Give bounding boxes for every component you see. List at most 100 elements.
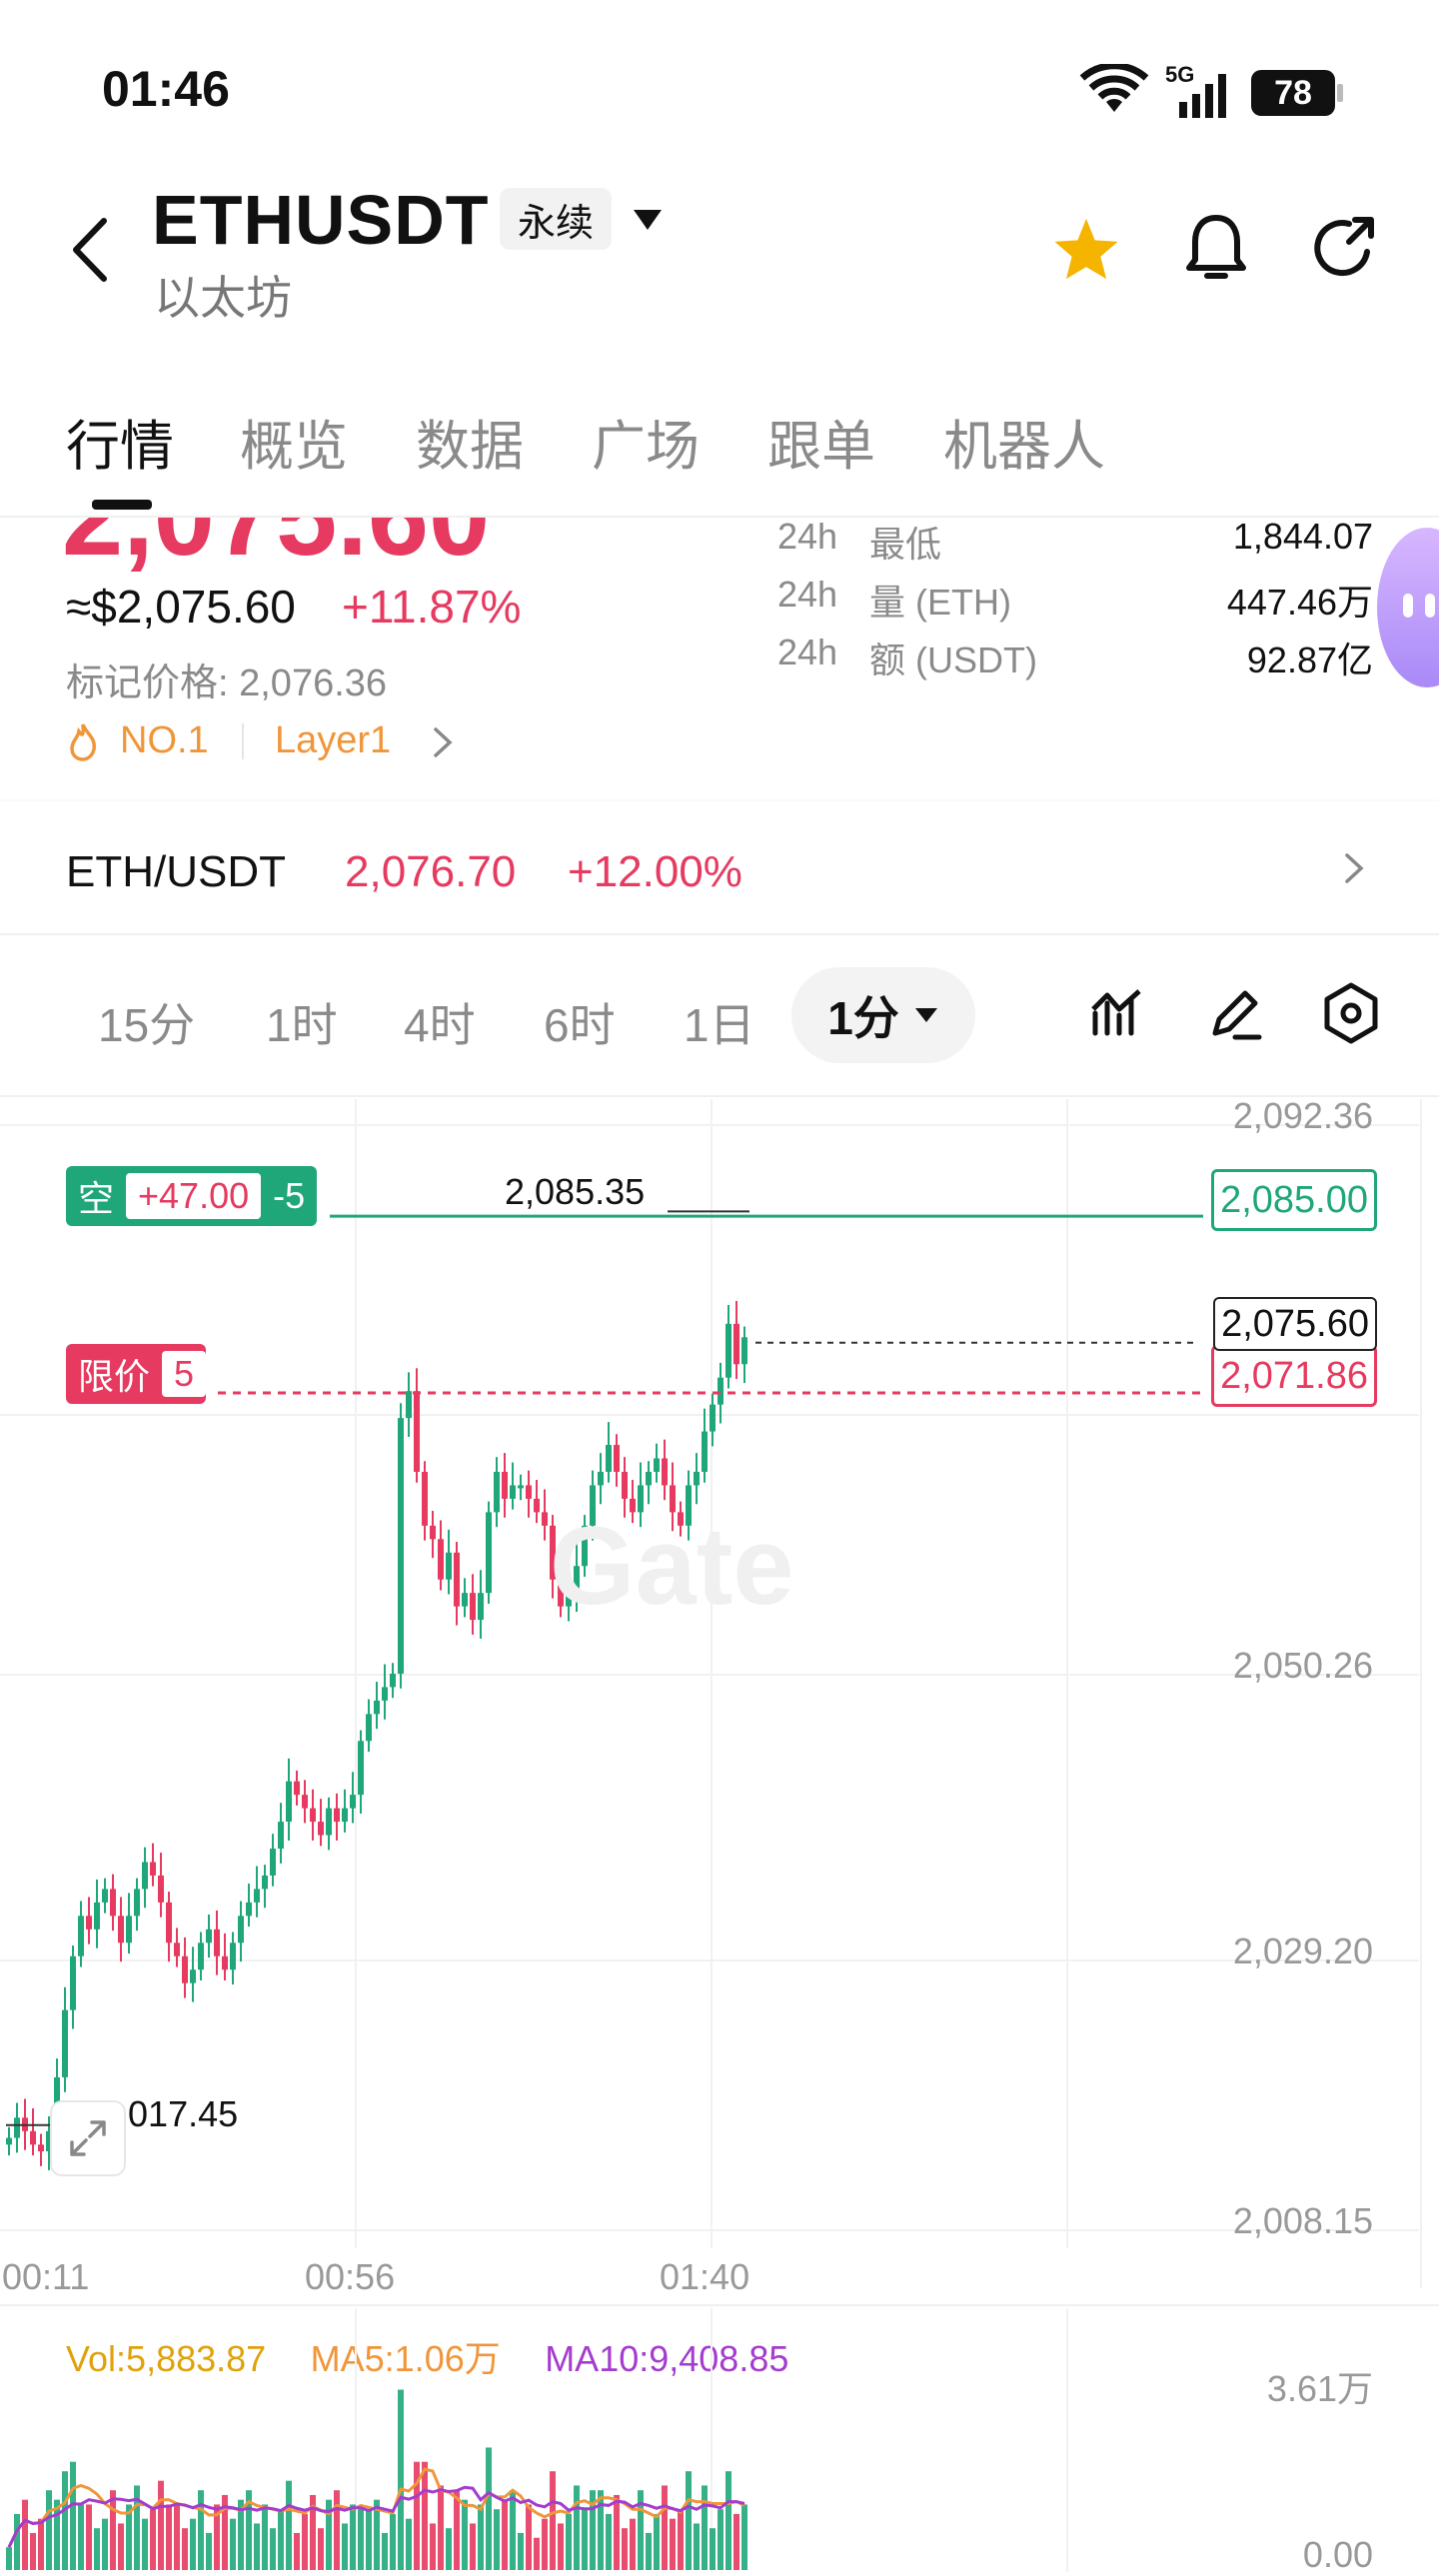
candle-body — [14, 2117, 20, 2138]
tab-bot[interactable]: 机器人 — [943, 402, 1105, 481]
volume-bar — [302, 2513, 308, 2570]
candle-body — [422, 1471, 428, 1526]
category-tag[interactable]: Layer1 — [275, 719, 391, 762]
interval-1d[interactable]: 1日 — [684, 989, 755, 1055]
back-button[interactable] — [60, 210, 120, 290]
volume-bar — [398, 2389, 404, 2570]
tab-underline — [92, 500, 152, 510]
x-axis-label: 00:56 — [305, 2256, 396, 2297]
candle-body — [430, 1525, 436, 1540]
chevron-right-icon[interactable] — [432, 725, 454, 764]
candle-body — [230, 1942, 236, 1970]
candle-body — [542, 1512, 548, 1526]
interval-6h[interactable]: 6时 — [544, 989, 616, 1055]
spot-pair-change: +12.00% — [568, 847, 742, 896]
volume-bar — [598, 2490, 604, 2570]
interval-15m[interactable]: 15分 — [98, 989, 195, 1055]
position-side: 空 — [78, 1178, 115, 1219]
volume-bar — [262, 2504, 268, 2570]
current-price: 2,075.60 — [1213, 1297, 1377, 1351]
candle-body — [350, 1795, 356, 1809]
volume-bar — [334, 2490, 340, 2570]
tab-data[interactable]: 数据 — [416, 402, 524, 481]
volume-bar — [182, 2528, 188, 2570]
volume-bar — [486, 2447, 492, 2570]
candle-body — [118, 1916, 124, 1943]
volume-bar — [454, 2490, 460, 2570]
candle-body — [78, 1916, 84, 1956]
stat-value: 1,844.07 — [1232, 516, 1373, 557]
volume-bar — [278, 2509, 284, 2570]
candle-body — [694, 1471, 700, 1486]
rank-tag: NO.1 — [120, 719, 209, 761]
candle-body — [366, 1714, 372, 1742]
candle-body — [286, 1781, 292, 1823]
position-price: 2,085.00 — [1211, 1169, 1377, 1231]
volume-bar — [718, 2509, 723, 2570]
candle-body — [126, 1916, 132, 1943]
position-tag[interactable]: 空 +47.00 -5 — [66, 1166, 318, 1226]
volume-bar — [174, 2504, 180, 2570]
volume-bar — [406, 2518, 412, 2570]
candle-body — [725, 1323, 731, 1378]
candle-body — [94, 1902, 100, 1930]
candle-body — [438, 1539, 444, 1580]
star-icon[interactable] — [1051, 216, 1121, 287]
tab-market[interactable]: 行情 — [66, 402, 174, 481]
contract-type-badge[interactable]: 永续 — [500, 188, 612, 250]
tab-copytrade[interactable]: 跟单 — [767, 402, 875, 481]
candle-body — [238, 1916, 244, 1943]
flame-icon — [66, 721, 100, 766]
volume-bar — [710, 2528, 716, 2570]
volume-chart — [6, 2308, 1068, 2572]
volume-bar — [70, 2461, 76, 2570]
indicator-icon[interactable] — [1089, 985, 1145, 1046]
tab-overview[interactable]: 概览 — [240, 402, 348, 481]
candle-body — [502, 1471, 508, 1499]
interval-4h[interactable]: 4时 — [404, 989, 476, 1055]
volume-bar — [350, 2504, 356, 2570]
tab-square[interactable]: 广场 — [592, 402, 700, 481]
candle-body — [646, 1471, 652, 1486]
volume-bar — [542, 2518, 548, 2570]
chevron-down-icon — [914, 1008, 937, 1022]
stat-period: 24h — [777, 516, 838, 557]
stat-period: 24h — [777, 574, 838, 615]
volume-bar — [118, 2523, 124, 2570]
limit-label: 限价 — [78, 1356, 151, 1397]
volume-bar — [694, 2523, 700, 2570]
candle-body — [262, 1875, 268, 1890]
assistant-bubble[interactable] — [1377, 528, 1439, 687]
volume-bar — [30, 2532, 36, 2570]
last-price: 2,075.60 — [62, 518, 490, 578]
share-icon[interactable] — [1309, 212, 1379, 287]
volume-bar — [574, 2485, 580, 2570]
chart-settings-icon[interactable] — [1321, 981, 1381, 1050]
expand-icon[interactable] — [50, 2100, 126, 2176]
limit-order-tag[interactable]: 限价 5 — [66, 1344, 207, 1404]
candle-body — [222, 1955, 228, 1970]
interval-1h[interactable]: 1时 — [266, 989, 338, 1055]
battery-icon: 78 — [1251, 70, 1335, 116]
candle-body — [702, 1431, 708, 1472]
x-axis-label: 01:40 — [660, 2256, 750, 2297]
candle-body — [598, 1471, 604, 1486]
bell-icon[interactable] — [1183, 210, 1249, 291]
candle-body — [254, 1889, 260, 1903]
volume-bar — [206, 2532, 212, 2570]
candle-body — [102, 1889, 108, 1903]
y-axis-label: 2,008.15 — [1232, 2200, 1373, 2241]
volume-bar — [270, 2528, 276, 2570]
volume-bar — [733, 2513, 739, 2570]
chevron-down-icon[interactable] — [632, 208, 664, 237]
volume-bar — [14, 2513, 20, 2570]
interval-dropdown[interactable]: 1分 — [791, 967, 975, 1063]
candle-body — [454, 1552, 460, 1607]
volume-bar — [606, 2513, 612, 2570]
volume-bar — [686, 2471, 692, 2570]
candle-body — [606, 1445, 612, 1472]
section-divider — [0, 2304, 1439, 2306]
chevron-right-icon[interactable] — [1343, 851, 1365, 890]
battery-cap — [1337, 84, 1343, 102]
draw-pen-icon[interactable] — [1205, 983, 1265, 1048]
